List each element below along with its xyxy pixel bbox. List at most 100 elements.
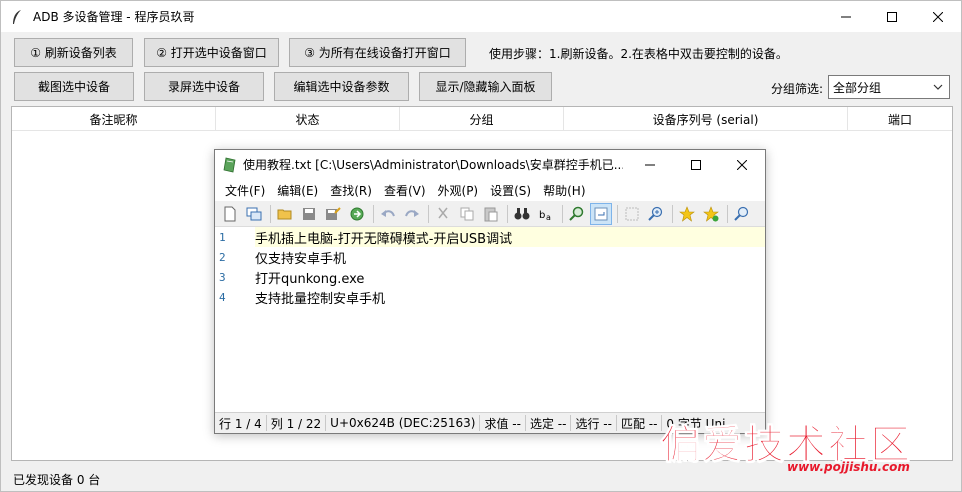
- minimize-icon: [645, 164, 655, 165]
- maximize-icon: [887, 11, 897, 22]
- menu-view[interactable]: 查看(V): [378, 182, 432, 199]
- replace-button[interactable]: ba: [535, 203, 557, 225]
- text-line-content: 打开qunkong.exe: [255, 271, 365, 287]
- menu-file[interactable]: 文件(F): [219, 182, 271, 199]
- add-favorite-button[interactable]: [700, 203, 722, 225]
- column-status[interactable]: 状态: [216, 107, 400, 131]
- copy-icon: [460, 207, 474, 220]
- paste-icon: [484, 207, 498, 221]
- menu-appearance[interactable]: 外观(P): [432, 182, 485, 199]
- status-column: 列 1 / 22: [267, 415, 327, 431]
- text-line[interactable]: 支持批量控制安卓手机: [255, 287, 765, 307]
- new-file-button[interactable]: [219, 203, 241, 225]
- reload-icon: [350, 207, 364, 220]
- edit-device-params-button[interactable]: 编辑选中设备参数: [274, 72, 409, 101]
- zoom-icon: [734, 206, 749, 221]
- find-button[interactable]: [511, 203, 533, 225]
- record-device-button[interactable]: 录屏选中设备: [144, 72, 264, 101]
- zoom-in-icon: [648, 206, 663, 221]
- main-window-title: ADB 多设备管理 - 程序员玖哥: [33, 10, 195, 24]
- new-window-button[interactable]: [243, 203, 265, 225]
- folder-open-icon: [277, 209, 292, 219]
- zoom-find-button[interactable]: [566, 203, 588, 225]
- menu-edit[interactable]: 编辑(E): [271, 182, 324, 199]
- close-icon: [933, 11, 943, 22]
- close-icon: [737, 159, 747, 170]
- text-line-content: 支持批量控制安卓手机: [255, 291, 386, 307]
- new-file-icon: [224, 206, 236, 221]
- text-line[interactable]: 手机插上电脑-打开无障碍模式-开启USB调试: [255, 227, 765, 247]
- binoculars-icon: [514, 207, 530, 219]
- status-selected: 选定 --: [526, 415, 572, 431]
- editor-text-area[interactable]: 1 2 3 4 手机插上电脑-打开无障碍模式-开启USB调试 仅支持安卓手机 打…: [215, 227, 765, 412]
- status-eval: 求值 --: [480, 415, 526, 431]
- toolbar-separator: [727, 204, 728, 223]
- line-number: 4: [219, 290, 226, 304]
- word-wrap-icon: [594, 207, 608, 220]
- editor-menubar: 文件(F) 编辑(E) 查找(R) 查看(V) 外观(P) 设置(S) 帮助(H…: [215, 179, 765, 201]
- cut-button[interactable]: [432, 203, 454, 225]
- maximize-button[interactable]: [869, 1, 915, 32]
- open-all-devices-button[interactable]: ③ 为所有在线设备打开窗口: [289, 38, 466, 67]
- line-number-gutter: 1 2 3 4: [215, 227, 255, 412]
- replace-icon: ba: [539, 210, 551, 221]
- line-number: 3: [219, 270, 226, 284]
- column-group[interactable]: 分组: [400, 107, 564, 131]
- editor-toolbar: ba: [215, 201, 765, 227]
- window-icon: [246, 207, 262, 220]
- toolbar-separator: [562, 204, 563, 223]
- refresh-devices-button[interactable]: ① 刷新设备列表: [14, 38, 133, 67]
- status-selected-lines: 选行 --: [571, 415, 617, 431]
- editor-title: 使用教程.txt [C:\Users\Administrator\Downloa…: [243, 158, 623, 172]
- redo-button[interactable]: [401, 203, 423, 225]
- menu-settings[interactable]: 设置(S): [484, 182, 537, 199]
- menu-find[interactable]: 查找(R): [324, 182, 378, 199]
- close-button[interactable]: [915, 1, 961, 32]
- maximize-icon: [691, 159, 701, 170]
- save-as-button[interactable]: [322, 203, 344, 225]
- screenshot-device-button[interactable]: 截图选中设备: [14, 72, 134, 101]
- reload-button[interactable]: [346, 203, 368, 225]
- chevron-down-icon: [933, 84, 943, 90]
- text-line[interactable]: 打开qunkong.exe: [255, 267, 765, 287]
- status-line: 行 1 / 4: [215, 415, 267, 431]
- open-selected-device-button[interactable]: ② 打开选中设备窗口: [144, 38, 279, 67]
- open-file-button[interactable]: [274, 203, 296, 225]
- column-nickname[interactable]: 备注昵称: [12, 107, 216, 131]
- star-icon: [679, 205, 695, 222]
- favorites-button[interactable]: [676, 203, 698, 225]
- toolbar-separator: [428, 204, 429, 223]
- copy-button[interactable]: [456, 203, 478, 225]
- toggle-input-panel-button[interactable]: 显示/隐藏输入面板: [419, 72, 552, 101]
- column-port[interactable]: 端口: [848, 107, 952, 131]
- undo-button[interactable]: [377, 203, 399, 225]
- editor-close-button[interactable]: [719, 150, 765, 179]
- feather-icon: [9, 9, 25, 25]
- editor-minimize-button[interactable]: [627, 150, 673, 179]
- editor-maximize-button[interactable]: [673, 150, 719, 179]
- minimize-button[interactable]: [823, 1, 869, 32]
- group-filter-label: 分组筛选:: [771, 82, 824, 96]
- line-number: 2: [219, 250, 226, 264]
- editor-titlebar[interactable]: 使用教程.txt [C:\Users\Administrator\Downloa…: [215, 150, 765, 179]
- text-line-content: 手机插上电脑-打开无障碍模式-开启USB调试: [255, 231, 513, 247]
- column-serial[interactable]: 设备序列号 (serial): [564, 107, 848, 131]
- group-filter-select[interactable]: 全部分组: [828, 75, 950, 99]
- save-file-button[interactable]: [298, 203, 320, 225]
- toolbar-separator: [507, 204, 508, 223]
- redo-icon: [405, 209, 419, 217]
- undo-icon: [381, 209, 395, 217]
- device-table-header: 备注昵称 状态 分组 设备序列号 (serial) 端口: [12, 107, 952, 131]
- minimize-icon: [841, 16, 851, 17]
- main-titlebar[interactable]: ADB 多设备管理 - 程序员玖哥: [1, 1, 961, 32]
- svg-text:a: a: [546, 213, 551, 221]
- line-number: 1: [219, 230, 226, 244]
- word-wrap-button[interactable]: [590, 202, 612, 225]
- paste-button[interactable]: [480, 203, 502, 225]
- device-count-status: 已发现设备 0 台: [13, 473, 101, 487]
- select-block-button[interactable]: [621, 203, 643, 225]
- zoom-button[interactable]: [731, 203, 753, 225]
- menu-help[interactable]: 帮助(H): [537, 182, 591, 199]
- text-line[interactable]: 仅支持安卓手机: [255, 247, 765, 267]
- zoom-in-button[interactable]: [645, 203, 667, 225]
